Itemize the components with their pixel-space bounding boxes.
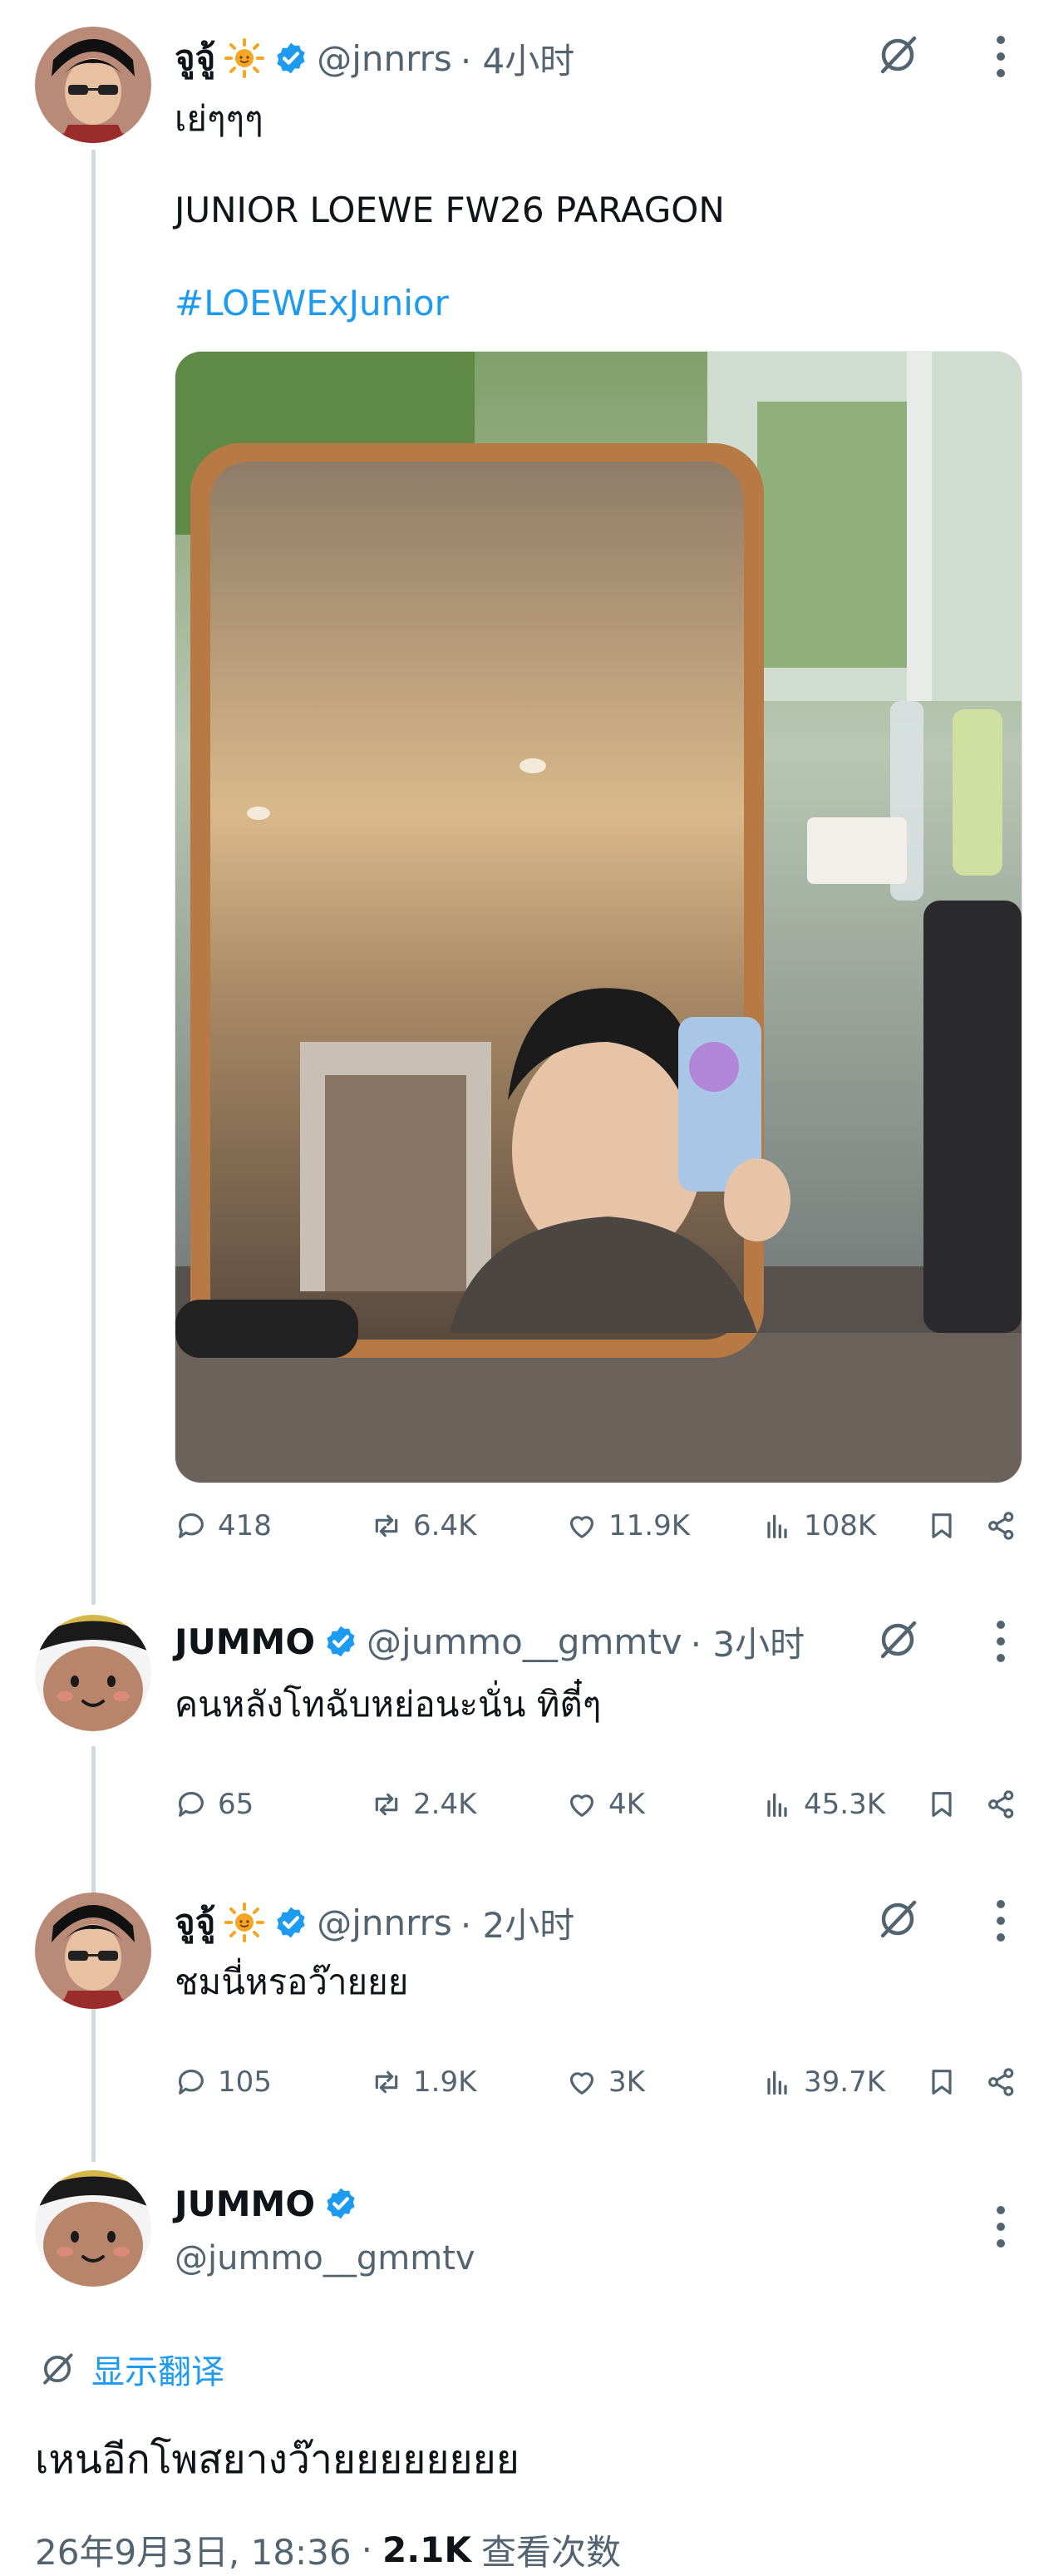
sun-emoji-icon <box>224 1902 265 1942</box>
avatar[interactable] <box>35 2170 151 2287</box>
views-button[interactable]: 45.3K <box>761 1788 885 1821</box>
views-count: 45.3K <box>804 1788 885 1821</box>
share-button[interactable] <box>985 1509 1028 1542</box>
repost-icon <box>375 1793 398 1816</box>
display-name[interactable]: จูจู้ <box>175 1895 215 1950</box>
more-options-icon[interactable] <box>994 2203 1007 2250</box>
display-name[interactable]: JUMMO <box>175 1621 315 1662</box>
views-chart-icon <box>767 1514 787 1538</box>
more-options-icon[interactable] <box>994 1897 1007 1944</box>
grok-icon[interactable] <box>873 1894 923 1944</box>
post-time: · 3小时 <box>690 1623 805 1665</box>
like-count: 11.9K <box>608 1509 690 1542</box>
reply-button[interactable]: 65 <box>175 1788 254 1821</box>
verified-badge-icon <box>327 2188 355 2219</box>
reply-button[interactable]: 418 <box>175 1509 272 1542</box>
post-header: จูจู้ @jnnrrs · 2小时 <box>175 1896 574 1949</box>
views-label: 查看次数 <box>480 2532 621 2573</box>
repost-icon <box>375 1514 398 1537</box>
post-header: จูจู้ @jnnrrs · 4小时 <box>175 32 574 85</box>
grok-icon <box>43 2353 73 2385</box>
reply-icon <box>179 1513 204 1538</box>
bookmark-icon <box>932 1513 952 1538</box>
post-date[interactable]: 26年9月3日, 18:36 <box>35 2524 352 2575</box>
views-chart-icon <box>767 1793 787 1817</box>
views-count: 2.1K <box>382 2529 471 2570</box>
reply-icon <box>179 1791 204 1817</box>
share-icon <box>988 1790 1014 1818</box>
verified-badge-icon <box>277 1907 305 1938</box>
verified-badge-icon <box>327 1626 355 1657</box>
post-time: · 2小时 <box>460 1904 575 1946</box>
views-button[interactable]: 39.7K <box>761 2065 885 2099</box>
thread-line <box>91 150 96 1605</box>
post-text: ชมนี่หรอว๊ายยย <box>175 1962 409 2002</box>
like-count: 3K <box>608 2065 645 2099</box>
like-button[interactable]: 11.9K <box>565 1509 690 1542</box>
heart-icon <box>569 2072 594 2095</box>
views-count: 39.7K <box>804 2065 885 2099</box>
user-handle[interactable]: @jnnrrs <box>317 1902 452 1943</box>
display-name[interactable]: JUMMO <box>175 2184 315 2224</box>
user-handle[interactable]: @jnnrrs <box>317 38 452 79</box>
reply-count: 418 <box>218 1509 272 1542</box>
repost-count: 2.4K <box>413 1788 477 1821</box>
like-button[interactable]: 3K <box>565 2065 645 2099</box>
show-translation-button[interactable]: 显示翻译 <box>37 2345 224 2393</box>
bookmark-icon <box>932 1792 952 1817</box>
post-actions: 418 6.4K 11.9K 108K <box>175 1509 1014 1551</box>
repost-button[interactable]: 1.9K <box>370 2065 476 2099</box>
bookmark-button[interactable] <box>925 1788 968 1821</box>
more-options-icon[interactable] <box>994 1618 1007 1665</box>
post-actions: 65 2.4K 4K 45.3K <box>175 1788 1014 1829</box>
hashtag-link[interactable]: #LOEWExJunior <box>175 280 449 327</box>
post-actions: 105 1.9K 3K 39.7K <box>175 2065 1014 2107</box>
meta-separator: · <box>361 2529 372 2570</box>
bookmark-button[interactable] <box>925 1509 968 1542</box>
post-text: คนหลังโทฉับหย่อนะนั่น ทิตี๋ๆ <box>175 1684 602 1725</box>
share-button[interactable] <box>985 1788 1028 1821</box>
repost-button[interactable]: 6.4K <box>370 1509 476 1542</box>
repost-count: 1.9K <box>413 2065 477 2099</box>
views-button[interactable]: 108K <box>761 1509 876 1542</box>
sun-emoji-icon <box>224 38 265 78</box>
reply-icon <box>179 2069 204 2095</box>
post-meta: 26年9月3日, 18:36 · 2.1K 查看次数 <box>35 2524 621 2575</box>
post-photo[interactable] <box>175 351 1022 1483</box>
heart-icon <box>569 1794 594 1817</box>
verified-badge-icon <box>277 42 305 74</box>
views-count: 108K <box>804 1509 877 1542</box>
reply-button[interactable]: 105 <box>175 2065 272 2099</box>
avatar[interactable] <box>35 27 151 143</box>
share-icon <box>988 1512 1014 1540</box>
reply-count: 65 <box>218 1788 254 1821</box>
share-button[interactable] <box>985 2065 1028 2099</box>
translate-label: 显示翻译 <box>91 2353 224 2391</box>
like-button[interactable]: 4K <box>565 1788 645 1821</box>
focused-post-text: เหนอีกโพสยางว๊ายยยยยยยย <box>35 2436 520 2483</box>
user-handle[interactable]: @jummo__gmmtv <box>175 2235 475 2282</box>
grok-icon[interactable] <box>873 30 923 80</box>
reply-count: 105 <box>218 2065 272 2099</box>
avatar[interactable] <box>35 1893 151 2009</box>
grok-icon[interactable] <box>873 1615 923 1665</box>
like-count: 4K <box>608 1788 645 1821</box>
bookmark-button[interactable] <box>925 2065 968 2099</box>
user-handle[interactable]: @jummo__gmmtv <box>367 1621 682 1662</box>
more-options-icon[interactable] <box>994 33 1007 80</box>
heart-icon <box>569 1516 594 1538</box>
post-time: · 4小时 <box>460 40 575 81</box>
repost-count: 6.4K <box>413 1509 477 1542</box>
repost-icon <box>375 2070 398 2094</box>
post-text: เย่ๆๆๆ <box>175 98 263 139</box>
post-header: JUMMO @jummo__gmmtv · 3小时 <box>175 1615 805 1668</box>
share-icon <box>988 2068 1014 2096</box>
repost-button[interactable]: 2.4K <box>370 1788 476 1821</box>
post-text: JUNIOR LOEWE FW26 PARAGON <box>175 190 725 230</box>
display-name[interactable]: จูจู้ <box>175 31 215 86</box>
views-chart-icon <box>767 2070 787 2095</box>
bookmark-icon <box>932 2070 952 2095</box>
avatar[interactable] <box>35 1615 151 1731</box>
post-header: JUMMO <box>175 2177 358 2230</box>
